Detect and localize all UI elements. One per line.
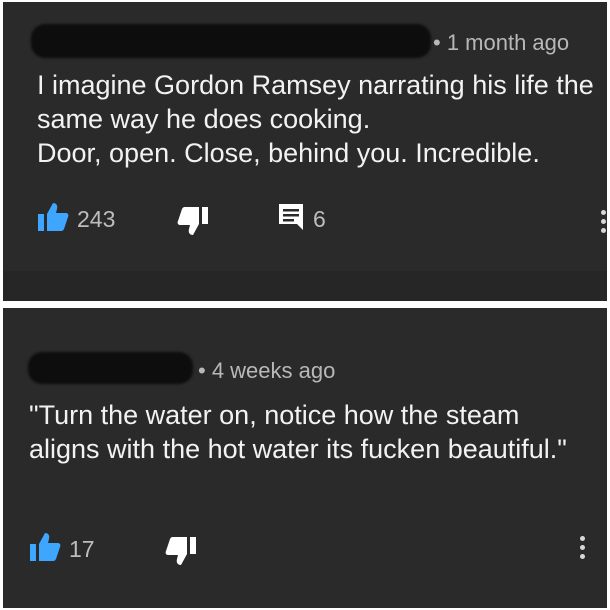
dot (579, 536, 585, 541)
reply-icon (277, 202, 305, 237)
dislike-button[interactable] (177, 206, 209, 241)
redacted-username (31, 24, 431, 58)
redacted-username (28, 352, 193, 384)
card-divider (3, 271, 607, 301)
dislike-button[interactable] (165, 536, 197, 571)
dot (579, 554, 585, 559)
thumbs-up-icon (37, 202, 69, 237)
thumbs-up-icon (29, 532, 61, 567)
comment-text: I imagine Gordon Ramsey narrating his li… (37, 70, 594, 168)
dot (579, 545, 585, 550)
comment-timestamp: • 1 month ago (433, 30, 570, 55)
like-count: 17 (69, 536, 95, 562)
comment-action-bar: 17 (29, 528, 589, 568)
more-vert-icon[interactable] (596, 210, 607, 233)
reply-button[interactable]: 6 (277, 202, 326, 237)
comment-timestamp: • 4 weeks ago (198, 358, 336, 383)
dot (600, 228, 606, 233)
dot (600, 210, 606, 215)
like-count: 243 (77, 206, 116, 232)
comment-card: • 1 month ago I imagine Gordon Ramsey na… (3, 2, 607, 301)
thumbs-down-icon (165, 536, 197, 571)
thumbs-down-icon (177, 206, 209, 241)
reply-count: 6 (313, 206, 326, 232)
like-button[interactable]: 17 (29, 532, 95, 567)
comment-text: "Turn the water on, notice how the steam… (29, 400, 567, 464)
like-button[interactable]: 243 (37, 202, 115, 237)
more-vert-icon[interactable] (575, 536, 589, 559)
comment-action-bar: 243 6 (37, 198, 597, 238)
comment-card: • 4 weeks ago "Turn the water on, notice… (3, 308, 607, 608)
dot (600, 219, 606, 224)
